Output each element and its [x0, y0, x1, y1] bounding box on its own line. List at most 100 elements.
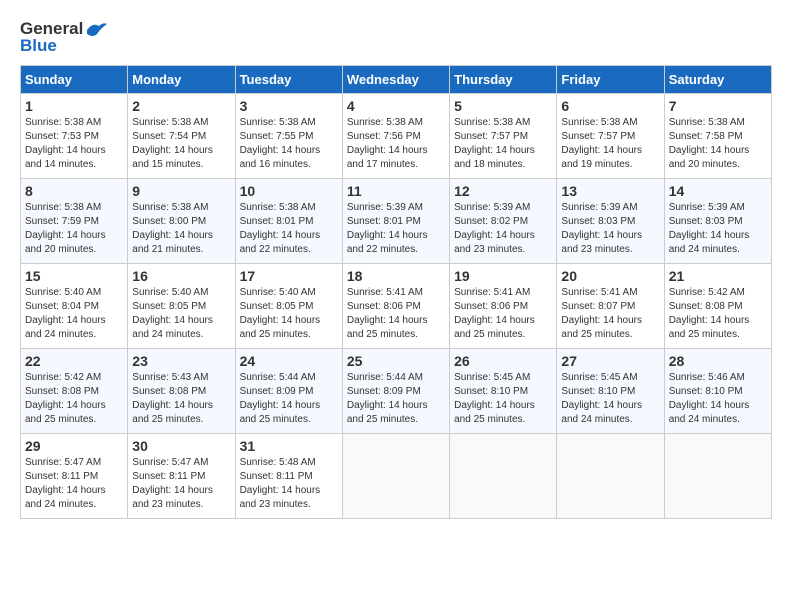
day-number: 29: [25, 438, 123, 454]
day-info: Sunrise: 5:46 AM Sunset: 8:10 PM Dayligh…: [669, 371, 767, 427]
day-info: Sunrise: 5:38 AM Sunset: 7:57 PM Dayligh…: [561, 116, 659, 172]
calendar-day-cell: 23 Sunrise: 5:43 AM Sunset: 8:08 PM Dayli…: [128, 349, 235, 434]
day-info: Sunrise: 5:39 AM Sunset: 8:03 PM Dayligh…: [561, 201, 659, 257]
calendar-day-cell: 8 Sunrise: 5:38 AM Sunset: 7:59 PM Daylig…: [21, 179, 128, 264]
calendar-day-cell: 1 Sunrise: 5:38 AM Sunset: 7:53 PM Daylig…: [21, 94, 128, 179]
day-number: 3: [240, 98, 338, 114]
calendar-day-cell: 19Sunrise: 5:41 AM Sunset: 8:06 PM Dayli…: [450, 264, 557, 349]
day-number: 7: [669, 98, 767, 114]
calendar-day-cell: 16 Sunrise: 5:40 AM Sunset: 8:05 PM Dayli…: [128, 264, 235, 349]
logo-text-blue: Blue: [20, 37, 57, 56]
page-header: General Blue: [20, 20, 772, 55]
day-info: Sunrise: 5:38 AM Sunset: 7:56 PM Dayligh…: [347, 116, 445, 172]
calendar-weekday-header: Saturday: [664, 66, 771, 94]
calendar-day-cell: 20 Sunrise: 5:41 AM Sunset: 8:07 PM Dayli…: [557, 264, 664, 349]
day-number: 20: [561, 268, 659, 284]
day-info: Sunrise: 5:45 AM Sunset: 8:10 PM Dayligh…: [561, 371, 659, 427]
day-info: Sunrise: 5:43 AM Sunset: 8:08 PM Dayligh…: [132, 371, 230, 427]
calendar-header-row: SundayMondayTuesdayWednesdayThursdayFrid…: [21, 66, 772, 94]
calendar-weekday-header: Monday: [128, 66, 235, 94]
calendar-day-cell: [664, 434, 771, 519]
calendar-day-cell: 12 Sunrise: 5:39 AM Sunset: 8:02 PM Dayli…: [450, 179, 557, 264]
calendar-day-cell: [342, 434, 449, 519]
day-number: 14: [669, 183, 767, 199]
calendar-weekday-header: Tuesday: [235, 66, 342, 94]
day-info: Sunrise: 5:40 AM Sunset: 8:05 PM Dayligh…: [132, 286, 230, 342]
calendar-weekday-header: Thursday: [450, 66, 557, 94]
calendar-day-cell: 14 Sunrise: 5:39 AM Sunset: 8:03 PM Dayli…: [664, 179, 771, 264]
calendar-body: 1 Sunrise: 5:38 AM Sunset: 7:53 PM Daylig…: [21, 94, 772, 519]
day-info: Sunrise: 5:42 AM Sunset: 8:08 PM Dayligh…: [25, 371, 123, 427]
calendar-day-cell: 18 Sunrise: 5:41 AM Sunset: 8:06 PM Dayli…: [342, 264, 449, 349]
day-number: 26: [454, 353, 552, 369]
day-number: 6: [561, 98, 659, 114]
day-number: 22: [25, 353, 123, 369]
day-info: Sunrise: 5:38 AM Sunset: 7:58 PM Dayligh…: [669, 116, 767, 172]
day-info: Sunrise: 5:38 AM Sunset: 7:59 PM Dayligh…: [25, 201, 123, 257]
day-info: Sunrise: 5:39 AM Sunset: 8:01 PM Dayligh…: [347, 201, 445, 257]
calendar-day-cell: 2 Sunrise: 5:38 AM Sunset: 7:54 PM Daylig…: [128, 94, 235, 179]
day-info: Sunrise: 5:39 AM Sunset: 8:02 PM Dayligh…: [454, 201, 552, 257]
logo: General Blue: [20, 20, 107, 55]
calendar-day-cell: 10 Sunrise: 5:38 AM Sunset: 8:01 PM Dayli…: [235, 179, 342, 264]
day-number: 19: [454, 268, 552, 284]
calendar-day-cell: 24Sunrise: 5:44 AM Sunset: 8:09 PM Dayli…: [235, 349, 342, 434]
calendar-day-cell: 5 Sunrise: 5:38 AM Sunset: 7:57 PM Daylig…: [450, 94, 557, 179]
calendar-week-row: 22 Sunrise: 5:42 AM Sunset: 8:08 PM Dayli…: [21, 349, 772, 434]
day-number: 4: [347, 98, 445, 114]
day-info: Sunrise: 5:38 AM Sunset: 7:53 PM Dayligh…: [25, 116, 123, 172]
calendar-weekday-header: Sunday: [21, 66, 128, 94]
calendar-weekday-header: Wednesday: [342, 66, 449, 94]
day-number: 12: [454, 183, 552, 199]
day-number: 16: [132, 268, 230, 284]
calendar-week-row: 1 Sunrise: 5:38 AM Sunset: 7:53 PM Daylig…: [21, 94, 772, 179]
calendar-weekday-header: Friday: [557, 66, 664, 94]
calendar-day-cell: 29Sunrise: 5:47 AM Sunset: 8:11 PM Dayli…: [21, 434, 128, 519]
calendar-day-cell: 4 Sunrise: 5:38 AM Sunset: 7:56 PM Daylig…: [342, 94, 449, 179]
day-number: 15: [25, 268, 123, 284]
day-info: Sunrise: 5:40 AM Sunset: 8:05 PM Dayligh…: [240, 286, 338, 342]
day-number: 23: [132, 353, 230, 369]
day-info: Sunrise: 5:41 AM Sunset: 8:07 PM Dayligh…: [561, 286, 659, 342]
day-info: Sunrise: 5:38 AM Sunset: 8:00 PM Dayligh…: [132, 201, 230, 257]
day-info: Sunrise: 5:47 AM Sunset: 8:11 PM Dayligh…: [132, 456, 230, 512]
day-number: 30: [132, 438, 230, 454]
day-info: Sunrise: 5:38 AM Sunset: 8:01 PM Dayligh…: [240, 201, 338, 257]
day-info: Sunrise: 5:44 AM Sunset: 8:09 PM Dayligh…: [347, 371, 445, 427]
day-info: Sunrise: 5:38 AM Sunset: 7:54 PM Dayligh…: [132, 116, 230, 172]
day-info: Sunrise: 5:38 AM Sunset: 7:55 PM Dayligh…: [240, 116, 338, 172]
calendar-day-cell: 13Sunrise: 5:39 AM Sunset: 8:03 PM Dayli…: [557, 179, 664, 264]
day-info: Sunrise: 5:41 AM Sunset: 8:06 PM Dayligh…: [347, 286, 445, 342]
calendar-day-cell: 6 Sunrise: 5:38 AM Sunset: 7:57 PM Daylig…: [557, 94, 664, 179]
logo-container: General Blue: [20, 20, 107, 55]
logo-bird-icon: [85, 20, 107, 38]
calendar-week-row: 29 Sunrise: 5:47 AM Sunset: 8:11 PM Dayli…: [21, 434, 772, 519]
calendar-day-cell: 15Sunrise: 5:40 AM Sunset: 8:04 PM Dayli…: [21, 264, 128, 349]
day-number: 21: [669, 268, 767, 284]
calendar-day-cell: 30 Sunrise: 5:47 AM Sunset: 8:11 PM Dayli…: [128, 434, 235, 519]
calendar-day-cell: 11 Sunrise: 5:39 AM Sunset: 8:01 PM Dayli…: [342, 179, 449, 264]
calendar-day-cell: 22 Sunrise: 5:42 AM Sunset: 8:08 PM Dayli…: [21, 349, 128, 434]
day-number: 8: [25, 183, 123, 199]
day-info: Sunrise: 5:48 AM Sunset: 8:11 PM Dayligh…: [240, 456, 338, 512]
calendar-day-cell: 9Sunrise: 5:38 AM Sunset: 8:00 PM Daylig…: [128, 179, 235, 264]
calendar-day-cell: 17 Sunrise: 5:40 AM Sunset: 8:05 PM Dayli…: [235, 264, 342, 349]
day-number: 2: [132, 98, 230, 114]
day-number: 28: [669, 353, 767, 369]
calendar-day-cell: [450, 434, 557, 519]
day-number: 5: [454, 98, 552, 114]
day-number: 11: [347, 183, 445, 199]
day-number: 27: [561, 353, 659, 369]
calendar-day-cell: 26 Sunrise: 5:45 AM Sunset: 8:10 PM Dayli…: [450, 349, 557, 434]
day-number: 1: [25, 98, 123, 114]
day-number: 31: [240, 438, 338, 454]
calendar-day-cell: 25Sunrise: 5:44 AM Sunset: 8:09 PM Dayli…: [342, 349, 449, 434]
day-number: 18: [347, 268, 445, 284]
day-info: Sunrise: 5:39 AM Sunset: 8:03 PM Dayligh…: [669, 201, 767, 257]
day-info: Sunrise: 5:38 AM Sunset: 7:57 PM Dayligh…: [454, 116, 552, 172]
day-number: 10: [240, 183, 338, 199]
day-info: Sunrise: 5:45 AM Sunset: 8:10 PM Dayligh…: [454, 371, 552, 427]
day-number: 17: [240, 268, 338, 284]
day-info: Sunrise: 5:42 AM Sunset: 8:08 PM Dayligh…: [669, 286, 767, 342]
calendar-week-row: 8 Sunrise: 5:38 AM Sunset: 7:59 PM Daylig…: [21, 179, 772, 264]
